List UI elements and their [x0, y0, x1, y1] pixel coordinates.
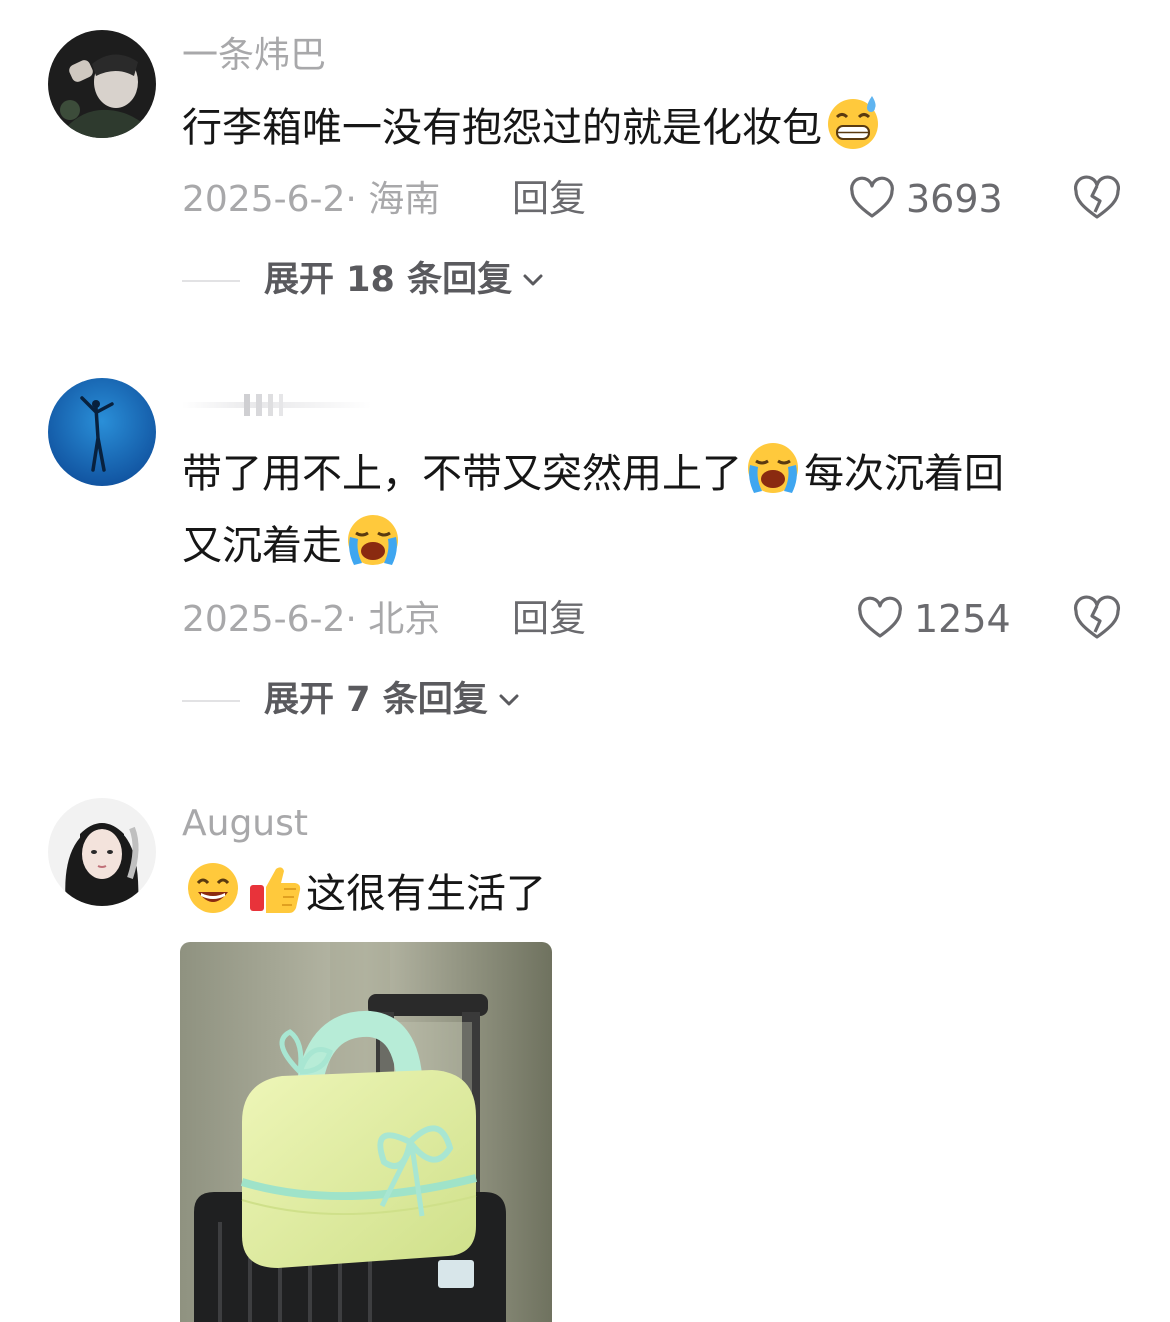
comment-date: 2025-6-2: [182, 599, 346, 640]
chevron-down-icon: [523, 274, 543, 286]
broken-heart-icon: [1073, 595, 1121, 639]
divider: [182, 280, 240, 282]
smile-emoji: [184, 859, 242, 917]
username-redacted[interactable]: [182, 392, 372, 420]
dislike-button[interactable]: [1072, 594, 1122, 644]
user-avatar[interactable]: [48, 30, 156, 138]
reply-button[interactable]: 回复: [512, 597, 586, 641]
like-button[interactable]: 1254: [856, 594, 1011, 644]
chevron-down-icon: [499, 694, 519, 706]
divider: [182, 700, 240, 702]
like-button[interactable]: 3693: [848, 174, 1003, 224]
comment-text-content: 行李箱唯一没有抱怨过的就是化妆包: [182, 105, 822, 151]
thumbs-up-emoji: [246, 859, 304, 917]
username[interactable]: August: [182, 802, 308, 846]
comment-location: 北京: [368, 599, 441, 640]
dislike-button[interactable]: [1072, 174, 1122, 224]
broken-heart-icon: [1073, 175, 1121, 219]
user-avatar[interactable]: [48, 378, 156, 486]
comment-text: 带了用不上，不带又突然用上了 每次沉着回: [182, 438, 1004, 510]
comment-text-line1: 带了用不上，不带又突然用上了: [182, 451, 742, 497]
comment-text-line1-after: 每次沉着回: [804, 451, 1004, 497]
heart-outline-icon: [858, 596, 902, 638]
expand-replies-label: 展开 7 条回复: [264, 680, 488, 720]
loudly-crying-emoji: [344, 511, 402, 569]
expand-replies-label: 展开 18 条回复: [264, 260, 513, 300]
like-count: 1254: [914, 597, 1011, 641]
comment-text-content: 这很有生活了: [306, 871, 546, 917]
comment-meta: 2025-6-2· 海南: [182, 179, 441, 220]
expand-replies-button[interactable]: 展开 18 条回复: [264, 258, 546, 302]
comment-text: 这很有生活了: [182, 858, 546, 930]
comment-meta: 2025-6-2· 北京: [182, 599, 441, 640]
expand-replies-button[interactable]: 展开 7 条回复: [264, 678, 522, 722]
comment-date: 2025-6-2: [182, 179, 346, 220]
comment-text: 又沉着走: [182, 510, 404, 582]
comment-text: 行李箱唯一没有抱怨过的就是化妆包: [182, 92, 884, 164]
comment-text-line2: 又沉着走: [182, 523, 342, 569]
loudly-crying-emoji: [744, 439, 802, 497]
grin-sweat-emoji: [824, 93, 882, 151]
username[interactable]: 一条炜巴: [182, 34, 326, 78]
user-avatar[interactable]: [48, 798, 156, 906]
like-count: 3693: [906, 177, 1003, 221]
comment-location: 海南: [368, 179, 441, 220]
heart-outline-icon: [850, 176, 894, 218]
makeup-bag-photo[interactable]: [180, 942, 552, 1322]
reply-button[interactable]: 回复: [512, 177, 586, 221]
